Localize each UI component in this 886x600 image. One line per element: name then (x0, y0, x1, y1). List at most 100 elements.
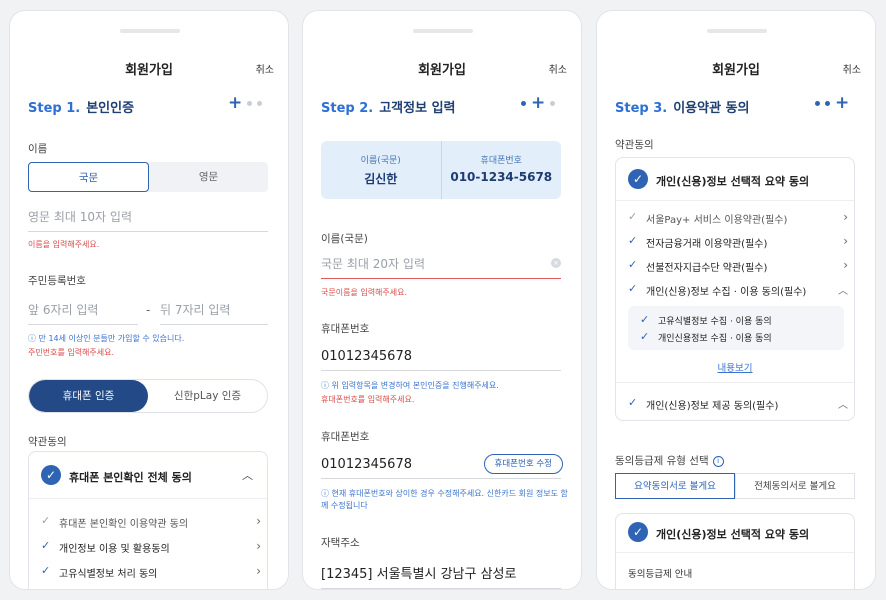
summary-name-value: 김신한 (364, 172, 398, 186)
sub-terms-item[interactable]: ✓ 고유식별정보 수집 · 이용 동의 (640, 313, 830, 329)
terms-label: 약관동의 (615, 139, 654, 151)
sub-terms-label: 고유식별정보 수집 · 이용 동의 (658, 317, 772, 327)
chevron-up-icon[interactable]: ︿ (242, 467, 253, 483)
summary-title[interactable]: 개인(신용)정보 선택적 요약 동의 (656, 173, 809, 189)
summary-name: 이름(국문) 김신한 (321, 141, 441, 199)
name-input[interactable]: 영문 최대 10자 입력 (28, 208, 268, 232)
terms-item-label: 고유식별정보 처리 동의 (59, 569, 158, 580)
terms-box: ✓ 휴대폰 본인확인 전체 동의 ︿ ✓ 휴대폰 본인확인 이용약관 동의 › … (28, 451, 268, 589)
terms-item[interactable]: ✓ 개인정보 이용 및 활용동의 › (41, 539, 261, 555)
chevron-right-icon[interactable]: › (256, 539, 261, 553)
info-icon[interactable]: i (712, 456, 724, 467)
divider (616, 200, 854, 201)
check-icon[interactable]: ✓ (41, 514, 50, 527)
drag-handle[interactable] (413, 29, 473, 33)
terms-item[interactable]: ✓ 전자금융거래 이용약관(필수) › (628, 234, 848, 250)
step-title: Step 2. 고객정보 입력 (321, 97, 456, 116)
terms-item-label: 선불전자지급수단 약관(필수) (646, 263, 768, 274)
sub-terms-box: ✓ 고유식별정보 수집 · 이용 동의 ✓ 개인신용정보 수집 · 이용 동의 (628, 306, 844, 350)
edit-phone-button[interactable]: 휴대폰번호 수정 (483, 454, 563, 474)
phone-input[interactable]: 01012345678 (321, 349, 561, 371)
terms-item-label: 개인(신용)정보 제공 동의(필수) (646, 401, 779, 412)
clear-icon[interactable]: × (551, 258, 561, 268)
consent-level-guide: 동의등급제 안내 (628, 569, 693, 580)
cancel-button[interactable]: 취소 (256, 61, 274, 76)
chevron-right-icon[interactable]: › (256, 514, 261, 528)
step-indicator: + (228, 95, 263, 112)
page-title: 회원가입 (418, 63, 466, 78)
check-icon[interactable]: ✓ (628, 234, 637, 247)
step-dot (815, 100, 820, 106)
step-dot (521, 100, 526, 106)
sub-terms-item[interactable]: ✓ 개인신용정보 수집 · 이용 동의 (640, 330, 830, 346)
phone-label: 휴대폰번호 (321, 323, 370, 335)
cancel-button[interactable]: 취소 (549, 61, 567, 76)
terms-item[interactable]: ✓ 휴대폰 본인확인 이용약관 동의 › (41, 514, 261, 530)
summary-phone-value: 010-1234-5678 (450, 170, 553, 184)
tab-shinhan-play-auth[interactable]: 신한pLay 인증 (148, 380, 267, 412)
check-icon[interactable]: ✓ (628, 210, 637, 223)
tab-english[interactable]: 영문 (149, 162, 268, 192)
name-error: 국문이름을 입력해주세요. (321, 288, 408, 297)
check-icon[interactable]: ✓ (640, 330, 649, 343)
divider (616, 552, 854, 553)
terms-item[interactable]: ✓ 서울Pay+ 서비스 이용약관(필수) › (628, 210, 848, 226)
terms-item-label: 개인(신용)정보 수집 · 이용 동의(필수) (646, 287, 807, 298)
divider (29, 498, 267, 499)
terms-item-label: 개인정보 이용 및 활용동의 (59, 544, 170, 555)
rrn-dash: - (146, 303, 151, 317)
drag-handle[interactable] (707, 29, 767, 33)
terms-item[interactable]: ✓ 고유식별정보 처리 동의 › (41, 564, 261, 580)
step-name: 고객정보 입력 (379, 101, 456, 116)
phone-info: ⓘ 위 입력항목을 변경하여 본인인증을 진행해주세요. (321, 381, 499, 390)
tab-full-consent[interactable]: 전체동의서로 볼게요 (735, 473, 855, 499)
step-dot (247, 100, 253, 106)
check-icon[interactable]: ✓ (628, 396, 637, 409)
rrn-back-input[interactable]: 뒤 7자리 입력 (160, 301, 268, 325)
drag-handle[interactable] (120, 29, 180, 33)
tab-phone-auth[interactable]: 휴대폰 인증 (29, 380, 148, 412)
sub-terms-label: 개인신용정보 수집 · 이용 동의 (658, 334, 772, 344)
terms-all-label[interactable]: 휴대폰 본인확인 전체 동의 (69, 469, 192, 485)
chevron-right-icon[interactable]: › (843, 234, 848, 248)
phone2-info: ⓘ 현재 휴대폰번호와 상이한 경우 수정해주세요. 신한카드 회원 정보도 함… (321, 489, 568, 510)
rrn-label: 주민등록번호 (28, 275, 86, 287)
chevron-up-icon[interactable]: ︿ (838, 282, 848, 297)
check-icon[interactable]: ✓ (628, 258, 637, 271)
cancel-button[interactable]: 취소 (843, 61, 861, 76)
check-icon[interactable]: ✓ (628, 282, 637, 295)
step-dot (825, 100, 830, 106)
address-input[interactable]: [12345] 서울특별시 강남구 삼성로 (321, 563, 561, 589)
view-content-link[interactable]: 내용보기 (616, 360, 854, 374)
summary2-title[interactable]: 개인(신용)정보 선택적 요약 동의 (656, 526, 809, 542)
signup-step1-panel: 회원가입 취소 Step 1. 본인인증 + 이름 국문 영문 영문 최대 10자… (9, 10, 289, 590)
terms-label: 약관동의 (28, 436, 67, 448)
address-label: 자택주소 (321, 537, 360, 549)
rrn-front-input[interactable]: 앞 6자리 입력 (28, 301, 138, 325)
chevron-up-icon[interactable]: ︿ (838, 396, 848, 411)
customer-summary-card: 이름(국문) 김신한 휴대폰번호 010-1234-5678 (321, 141, 561, 199)
check-icon[interactable]: ✓ (41, 539, 50, 552)
check-all-icon[interactable]: ✓ (628, 169, 648, 189)
chevron-right-icon[interactable]: › (256, 564, 261, 578)
chevron-right-icon[interactable]: › (843, 258, 848, 272)
consent-level-toggle: 요약동의서로 볼게요 전체동의서로 볼게요 (615, 473, 855, 499)
terms-item[interactable]: ✓ 개인(신용)정보 제공 동의(필수) ︿ (628, 396, 848, 412)
terms-item[interactable]: ✓ 선불전자지급수단 약관(필수) › (628, 258, 848, 274)
tab-summary-consent[interactable]: 요약동의서로 볼게요 (615, 473, 735, 499)
step-name: 본인인증 (86, 101, 135, 116)
tab-korean[interactable]: 국문 (28, 162, 149, 192)
terms-item-label: 전자금융거래 이용약관(필수) (646, 239, 768, 250)
check-icon[interactable]: ✓ (41, 564, 50, 577)
check-icon[interactable]: ✓ (628, 522, 648, 542)
consent-level-text: 동의등급제 유형 선택 (615, 455, 709, 467)
step-number: Step 2. (321, 101, 374, 116)
step-indicator: + (815, 95, 849, 112)
check-icon[interactable]: ✓ (640, 313, 649, 326)
summary-name-label: 이름(국문) (360, 156, 401, 166)
summary-consent-box: ✓ 개인(신용)정보 선택적 요약 동의 동의등급제 안내 (615, 513, 855, 589)
terms-item[interactable]: ✓ 개인(신용)정보 수집 · 이용 동의(필수) ︿ (628, 282, 848, 298)
check-all-icon[interactable]: ✓ (41, 465, 61, 485)
chevron-right-icon[interactable]: › (843, 210, 848, 224)
name-input[interactable]: 국문 최대 20자 입력 (321, 255, 561, 279)
